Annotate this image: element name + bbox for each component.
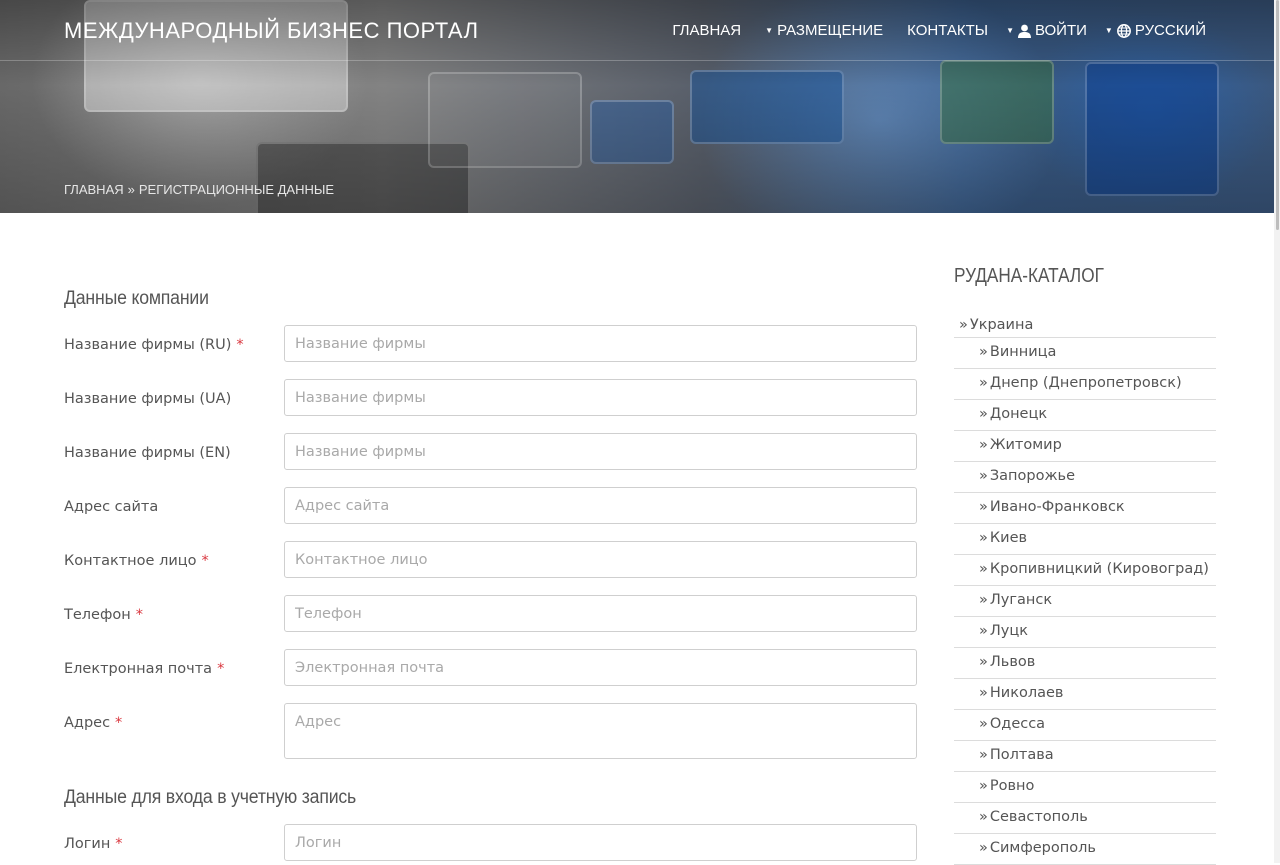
catalog-item[interactable]: » Винница (954, 338, 1216, 369)
nav-home[interactable]: ГЛАВНАЯ (672, 22, 741, 39)
nav-language[interactable]: ▼ РУССКИЙ (1105, 22, 1206, 39)
nav-language-label: РУССКИЙ (1134, 22, 1206, 39)
login-input[interactable] (284, 824, 917, 861)
required-mark: * (115, 836, 123, 852)
nav-contacts[interactable]: КОНТАКТЫ (907, 22, 988, 39)
required-mark: * (217, 661, 225, 677)
field-label: Название фирмы (EN) (64, 445, 231, 461)
catalog-item[interactable]: » Луганск (954, 586, 1216, 617)
field-label: Адрес сайта (64, 499, 159, 515)
catalog-item[interactable]: » Кропивницкий (Кировоград) (954, 555, 1216, 586)
breadcrumb-current: РЕГИСТРАЦИОННЫЕ ДАННЫЕ (138, 182, 335, 197)
catalog-list: » Украина » Винница » Днепр (Днепропетровск… (954, 313, 1216, 865)
scrollbar-thumb[interactable] (1276, 0, 1279, 230)
catalog-item[interactable]: » Симферополь (954, 834, 1216, 865)
nav-placement-label: РАЗМЕЩЕНИЕ (777, 22, 884, 39)
website-input[interactable] (284, 487, 917, 524)
address-textarea[interactable] (284, 703, 917, 759)
section-title-company: Данные компании (64, 288, 209, 309)
site-brand[interactable]: МЕЖДУНАРОДНЫЙ БИЗНЕС ПОРТАЛ (64, 18, 479, 44)
catalog-item[interactable]: » Запорожье (954, 462, 1216, 493)
company-name-ua-input[interactable] (284, 379, 917, 416)
catalog-item[interactable]: » Ровно (954, 772, 1216, 803)
catalog-item[interactable]: » Севастополь (954, 803, 1216, 834)
globe-icon (1116, 23, 1131, 38)
catalog-item[interactable]: » Житомир (954, 431, 1216, 462)
email-input[interactable] (284, 649, 917, 686)
main-nav: ГЛАВНАЯ ▼ РАЗМЕЩЕНИЕ КОНТАКТЫ ▼ ВОЙТИ ▼ … (648, 22, 1206, 39)
sidebar-title: РУДАНА-КАТАЛОГ (954, 265, 1104, 287)
nav-login[interactable]: ▼ ВОЙТИ (1006, 22, 1087, 39)
catalog-item[interactable]: » Николаев (954, 679, 1216, 710)
catalog-item[interactable]: » Ивано-Франковск (954, 493, 1216, 524)
catalog-item[interactable]: » Киев (954, 524, 1216, 555)
user-icon (1018, 24, 1031, 38)
field-label: Название фирмы (RU) * (64, 337, 244, 353)
page-scrollbar[interactable] (1274, 0, 1280, 863)
catalog-item[interactable]: » Одесса (954, 710, 1216, 741)
catalog-item[interactable]: » Полтава (954, 741, 1216, 772)
catalog-item[interactable]: » Львов (954, 648, 1216, 679)
catalog-item-ukraine[interactable]: » Украина (954, 313, 1216, 338)
phone-input[interactable] (284, 595, 917, 632)
company-name-ru-input[interactable] (284, 325, 917, 362)
field-label: Електронная почта * (64, 661, 225, 677)
required-mark: * (135, 607, 143, 623)
breadcrumb-separator: » (127, 182, 135, 197)
nav-home-label: ГЛАВНАЯ (672, 22, 742, 39)
catalog-item[interactable]: » Луцк (954, 617, 1216, 648)
field-label: Контактное лицо * (64, 553, 209, 569)
caret-down-icon: ▼ (1104, 26, 1113, 35)
field-label: Телефон * (64, 607, 143, 623)
caret-down-icon: ▼ (1006, 26, 1014, 35)
header-banner: МЕЖДУНАРОДНЫЙ БИЗНЕС ПОРТАЛ ГЛАВНАЯ ▼ РА… (0, 0, 1280, 213)
section-title-login: Данные для входа в учетную запись (64, 787, 357, 808)
caret-down-icon: ▼ (765, 26, 774, 35)
catalog-item[interactable]: » Донецк (954, 400, 1216, 431)
nav-contacts-label: КОНТАКТЫ (907, 22, 989, 39)
contact-person-input[interactable] (284, 541, 917, 578)
breadcrumb: ГЛАВНАЯ» РЕГИСТРАЦИОННЫЕ ДАННЫЕ (64, 182, 334, 197)
catalog-item[interactable]: » Днепр (Днепропетровск) (954, 369, 1216, 400)
nav-login-label: ВОЙТИ (1035, 22, 1087, 39)
required-mark: * (201, 553, 209, 569)
breadcrumb-home[interactable]: ГЛАВНАЯ (64, 182, 124, 197)
field-label: Название фирмы (UA) (64, 391, 232, 407)
company-name-en-input[interactable] (284, 433, 917, 470)
nav-placement[interactable]: ▼ РАЗМЕЩЕНИЕ (765, 22, 883, 39)
field-label: Адрес * (64, 715, 123, 731)
required-mark: * (115, 715, 123, 731)
required-mark: * (236, 337, 244, 353)
field-label: Логин * (64, 836, 123, 852)
